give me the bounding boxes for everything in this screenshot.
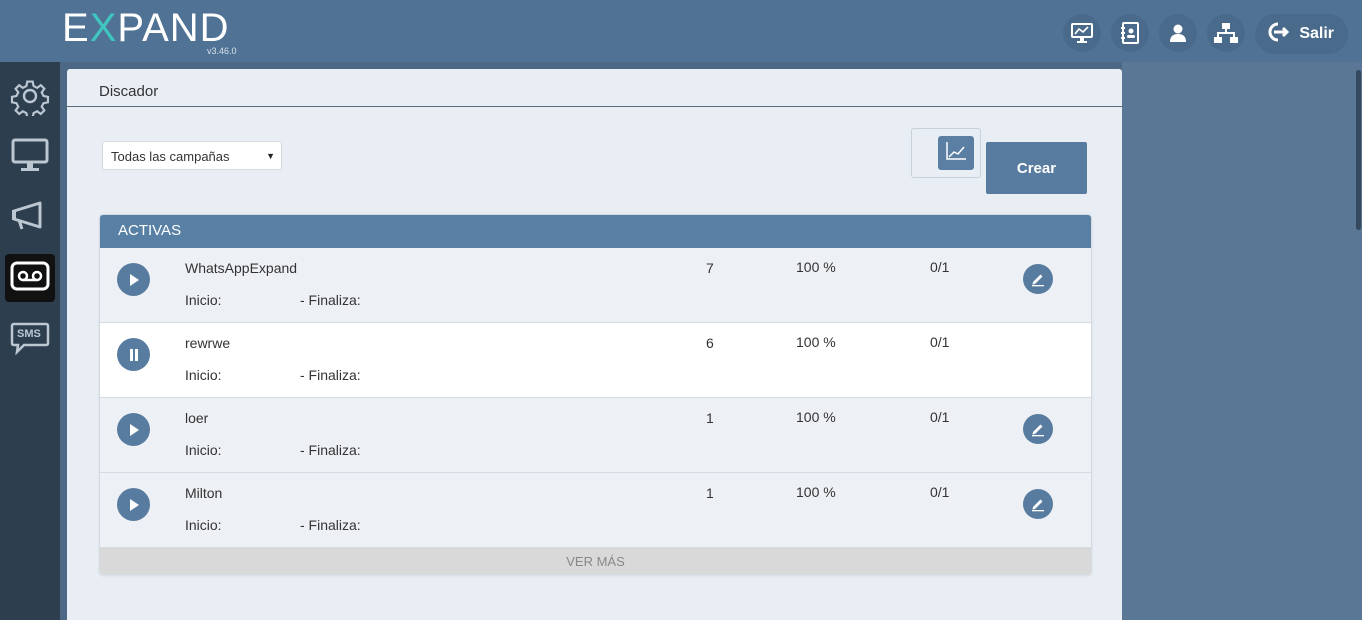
campaign-percent: 100 % (796, 334, 836, 350)
main-panel: Discador Todas las campañas ▼ Crear ACTI… (67, 69, 1122, 620)
sidebar-item-campaigns[interactable] (5, 194, 55, 242)
campaign-name: Milton (185, 485, 223, 501)
gear-icon (10, 76, 50, 121)
stats-chart-button[interactable] (938, 136, 974, 170)
expand-logo[interactable]: EXPAND (62, 6, 230, 51)
campaign-name: loer (185, 410, 209, 426)
sidebar: SMS (0, 62, 60, 620)
pause-button[interactable] (117, 338, 150, 371)
campaign-count: 1 (706, 485, 714, 501)
logout-icon (1265, 21, 1290, 48)
chevron-down-icon: ▼ (266, 151, 275, 161)
network-icon[interactable] (1207, 14, 1246, 52)
page-scrollbar[interactable] (1356, 70, 1361, 230)
pencil-icon (1032, 274, 1044, 287)
campaign-ratio: 0/1 (930, 259, 950, 275)
campaign-percent: 100 % (796, 484, 836, 500)
version-label: v3.46.0 (207, 46, 237, 56)
start-label: Inicio: (185, 517, 222, 533)
campaign-ratio: 0/1 (930, 334, 950, 350)
create-button[interactable]: Crear (986, 142, 1087, 194)
header-actions: Salir (1063, 14, 1348, 54)
title-divider (67, 106, 1122, 107)
sms-label: SMS (17, 328, 41, 340)
campaign-filter-select[interactable]: Todas las campañas ▼ (102, 141, 282, 170)
pause-icon (129, 348, 138, 361)
play-button[interactable] (117, 488, 150, 521)
monitor-icon (11, 138, 49, 179)
megaphone-icon (10, 200, 50, 237)
edit-button[interactable] (1023, 489, 1053, 519)
campaign-percent: 100 % (796, 409, 836, 425)
campaign-name: WhatsAppExpand (185, 260, 298, 276)
background-area (1122, 62, 1362, 620)
logo-e: E (62, 6, 90, 50)
contacts-icon[interactable] (1111, 14, 1150, 52)
logout-label: Salir (1299, 25, 1334, 42)
play-icon (129, 498, 139, 511)
active-campaigns-card: ACTIVAS WhatsAppExpand Inicio: - Finaliz… (99, 214, 1092, 575)
campaign-count: 7 (706, 260, 714, 276)
start-label: Inicio: (185, 442, 222, 458)
campaign-count: 6 (706, 335, 714, 351)
start-label: Inicio: (185, 367, 222, 383)
logout-button[interactable]: Salir (1255, 14, 1348, 54)
play-button[interactable] (117, 263, 150, 296)
play-icon (129, 423, 139, 436)
campaign-row: Milton Inicio: - Finaliza: 1 100 % 0/1 (100, 473, 1091, 548)
sidebar-item-settings[interactable] (5, 74, 55, 122)
end-label: - Finaliza: (300, 292, 361, 308)
top-bar: EXPAND v3.46.0 Salir (0, 0, 1362, 62)
campaign-ratio: 0/1 (930, 484, 950, 500)
pencil-icon (1032, 424, 1044, 437)
campaign-row: rewrwe Inicio: - Finaliza: 6 100 % 0/1 (100, 323, 1091, 398)
campaign-ratio: 0/1 (930, 409, 950, 425)
user-icon[interactable] (1159, 14, 1198, 52)
chart-button-frame (911, 128, 981, 178)
edit-button[interactable] (1023, 264, 1053, 294)
logo-x: X (89, 6, 118, 50)
end-label: - Finaliza: (300, 442, 361, 458)
voicemail-icon (10, 261, 50, 296)
campaign-row: WhatsAppExpand Inicio: - Finaliza: 7 100… (100, 248, 1091, 323)
logo-rest: PAND (117, 6, 230, 50)
end-label: - Finaliza: (300, 517, 361, 533)
campaign-name: rewrwe (185, 335, 231, 351)
line-chart-icon (945, 141, 967, 166)
sidebar-item-sms[interactable]: SMS (5, 314, 55, 362)
end-label: - Finaliza: (300, 367, 361, 383)
campaign-filter-value: Todas las campañas (111, 149, 230, 164)
pencil-icon (1032, 499, 1044, 512)
sidebar-item-dialer[interactable] (5, 254, 55, 302)
sms-icon: SMS (10, 321, 50, 355)
section-title: ACTIVAS (100, 215, 1091, 248)
monitor-chart-icon[interactable] (1063, 14, 1102, 52)
edit-button[interactable] (1023, 414, 1053, 444)
campaign-percent: 100 % (796, 259, 836, 275)
play-button[interactable] (117, 413, 150, 446)
sidebar-item-monitor[interactable] (5, 134, 55, 182)
play-icon (129, 273, 139, 286)
campaign-row: loer Inicio: - Finaliza: 1 100 % 0/1 (100, 398, 1091, 473)
start-label: Inicio: (185, 292, 222, 308)
page-title: Discador (99, 83, 159, 100)
campaign-count: 1 (706, 410, 714, 426)
show-more-button[interactable]: VER MÁS (100, 548, 1091, 574)
